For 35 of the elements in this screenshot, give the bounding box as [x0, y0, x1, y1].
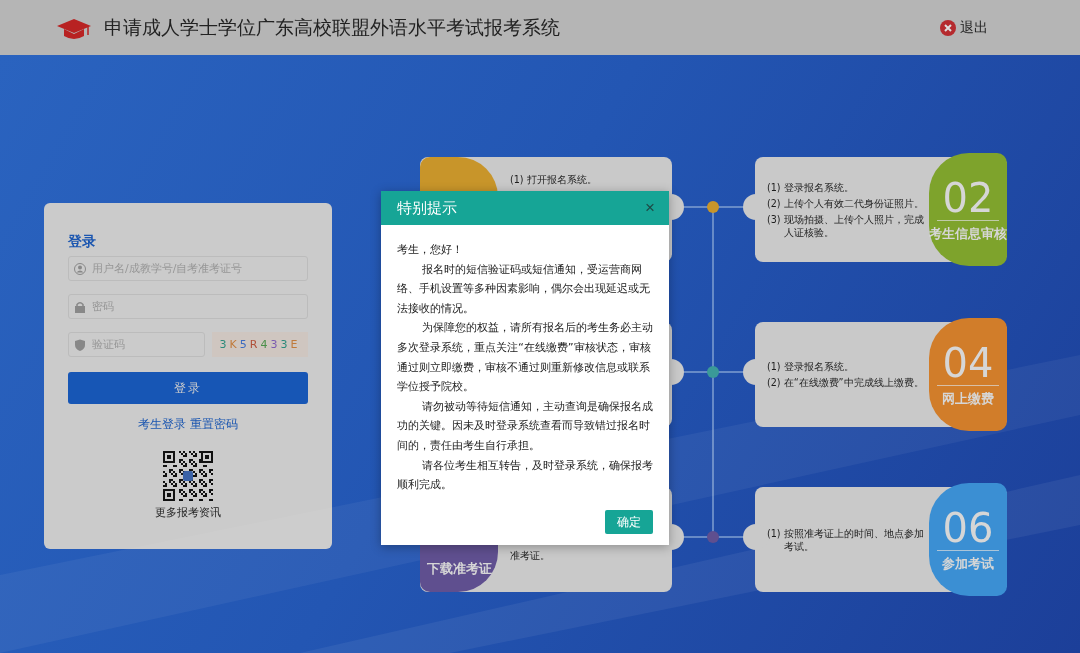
link[interactable]: 重置密码	[190, 416, 238, 433]
dialog-paragraph: 考生，您好！	[397, 242, 464, 258]
step-text: (2) 上传个人有效二代身份证照片。	[767, 196, 925, 210]
step-text: (1) 登录报名系统。	[767, 180, 855, 194]
step-label: 网上缴费	[942, 390, 994, 408]
lock-icon	[74, 301, 86, 313]
site-title: 申请成人学士学位广东高校联盟外语水平考试报考系统	[104, 14, 561, 40]
step-text: (2) 在“在线缴费”中完成线上缴费。	[767, 376, 925, 389]
login-title: 登录	[68, 233, 97, 251]
logout-button[interactable]: 退出	[940, 18, 988, 37]
step-text: (1) 按照准考证上的时间、地点参加考试。	[767, 526, 925, 553]
step-number: 06	[936, 506, 1000, 551]
shield-icon	[74, 339, 86, 351]
close-button[interactable]: ×	[641, 198, 659, 218]
step-label: 下载准考证	[426, 560, 492, 578]
step-text: (3) 现场拍摄、上传个人照片，完成人证核验。	[767, 212, 925, 239]
login-button[interactable]: 登录	[68, 372, 308, 404]
confirm-button[interactable]: 确定	[605, 510, 653, 534]
step-label: 考生信息审核	[929, 225, 1007, 243]
step-label: 参加考试	[942, 555, 994, 573]
close-icon	[940, 19, 956, 36]
dialog-paragraph: 报名时的短信验证码或短信通知，受运营商网络、手机设置等多种因素影响，偶尔会出现延迟或无法接收的情况。	[397, 261, 651, 317]
step-number: 02	[936, 176, 1000, 221]
step-text: 准考证。	[510, 549, 551, 562]
link[interactable]: 考生登录	[138, 416, 186, 433]
qr-caption: 更多报考资讯	[155, 505, 221, 520]
dialog-title: 特别提示	[397, 198, 457, 218]
user-icon	[74, 263, 86, 275]
dialog-paragraph: 为保障您的权益，请所有报名后的考生务必主动多次登录系统，重点关注“在线缴费”审核状态，审核通过则立即缴费，审核不通过则重新修改信息或联系学位授予院校。	[397, 320, 654, 396]
qr-code	[163, 451, 213, 501]
step-number: 04	[936, 341, 1000, 386]
step-text: (1) 打开报名系统。	[510, 173, 598, 186]
step-text: (1) 登录报名系统。	[767, 360, 855, 373]
dialog-paragraph: 请勿被动等待短信通知，主动查询是确保报名成功的关键。因未及时登录系统查看而导致错过报名时间的，责任由考生自行承担。	[397, 398, 654, 454]
dialog-paragraph: 请各位考生相互转告，及时登录系统，确保报考顺利完成。	[397, 457, 654, 494]
